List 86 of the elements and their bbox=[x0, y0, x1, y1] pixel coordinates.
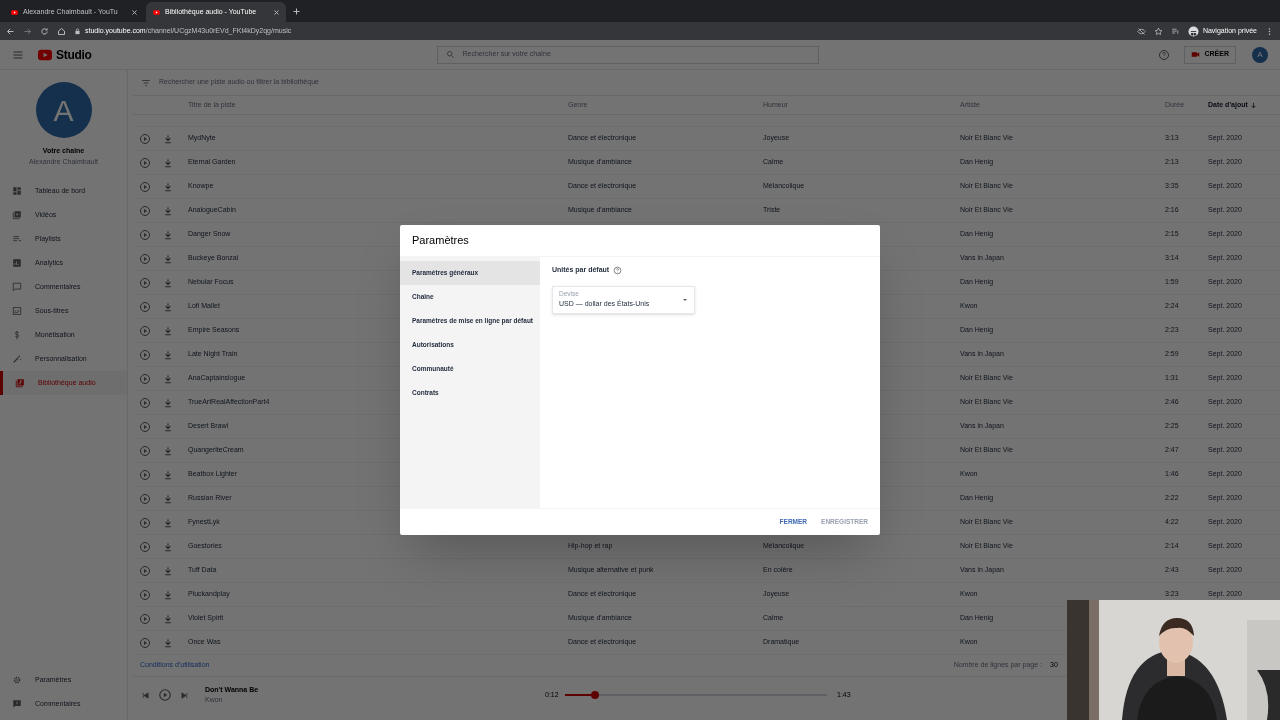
home-icon bbox=[57, 26, 66, 36]
dialog-title: Paramètres bbox=[412, 233, 469, 249]
arrow-down-icon bbox=[1249, 101, 1257, 109]
download-icon bbox=[163, 277, 173, 288]
eye-slash-icon bbox=[1136, 26, 1146, 36]
play-circle-icon bbox=[139, 348, 151, 361]
help-icon bbox=[613, 265, 623, 275]
menu-icon bbox=[12, 48, 24, 61]
dollar-icon bbox=[12, 330, 22, 340]
lock-icon bbox=[74, 27, 81, 35]
logo-text: Studio bbox=[56, 46, 92, 64]
download-icon bbox=[163, 469, 173, 480]
play-circle-icon bbox=[139, 516, 151, 529]
video-icon bbox=[12, 210, 22, 220]
play-circle-icon bbox=[139, 540, 151, 553]
download-icon bbox=[163, 229, 173, 240]
play-circle-icon bbox=[139, 156, 151, 169]
download-icon bbox=[163, 157, 173, 168]
subtitles-icon bbox=[12, 306, 22, 316]
play-circle-icon bbox=[139, 372, 151, 385]
play-logo-icon bbox=[36, 47, 54, 62]
download-icon bbox=[163, 589, 173, 600]
chart-icon bbox=[12, 258, 22, 268]
skip-forward-icon bbox=[180, 690, 189, 700]
reload-icon bbox=[40, 26, 49, 36]
close-icon bbox=[131, 8, 138, 16]
download-icon bbox=[163, 397, 173, 408]
play-circle-icon bbox=[139, 612, 151, 625]
help-icon bbox=[1158, 48, 1171, 61]
star-icon bbox=[1153, 26, 1163, 36]
video-icon bbox=[10, 8, 19, 16]
incognito-icon bbox=[1187, 25, 1199, 37]
play-circle-icon bbox=[139, 324, 151, 337]
download-icon bbox=[163, 613, 173, 624]
video-camera-icon bbox=[1191, 50, 1201, 59]
play-circle-icon bbox=[158, 688, 172, 702]
play-circle-icon bbox=[139, 276, 151, 289]
download-icon bbox=[163, 349, 173, 360]
download-icon bbox=[163, 421, 173, 432]
download-icon bbox=[163, 181, 173, 192]
play-circle-icon bbox=[139, 492, 151, 505]
download-icon bbox=[163, 325, 173, 336]
play-circle-icon bbox=[139, 204, 151, 217]
plus-icon bbox=[292, 7, 301, 16]
play-circle-icon bbox=[139, 132, 151, 145]
back-icon bbox=[6, 26, 15, 36]
download-icon bbox=[163, 373, 173, 384]
dashboard-icon bbox=[12, 186, 22, 196]
download-icon bbox=[163, 205, 173, 216]
account-avatar[interactable]: A bbox=[1252, 46, 1268, 63]
playlist-icon bbox=[12, 234, 22, 244]
download-icon bbox=[163, 517, 173, 528]
play-circle-icon bbox=[139, 300, 151, 313]
download-icon bbox=[163, 253, 173, 264]
channel-avatar[interactable]: A bbox=[35, 82, 92, 138]
progress-handle[interactable] bbox=[591, 691, 600, 699]
music-library-icon bbox=[15, 378, 25, 388]
dropdown-caret-icon bbox=[682, 296, 688, 303]
download-icon bbox=[163, 301, 173, 312]
playlist-icon bbox=[1170, 26, 1180, 36]
play-circle-icon bbox=[139, 420, 151, 433]
play-circle-icon bbox=[139, 252, 151, 265]
play-circle-icon bbox=[139, 468, 151, 481]
download-icon bbox=[163, 445, 173, 456]
filter-icon bbox=[141, 77, 151, 88]
comment-icon bbox=[12, 282, 22, 292]
download-icon bbox=[163, 133, 173, 144]
download-icon bbox=[163, 637, 173, 648]
play-circle-icon bbox=[139, 396, 151, 409]
download-icon bbox=[163, 541, 173, 552]
feedback-icon bbox=[12, 699, 22, 709]
magic-wand-icon bbox=[12, 354, 22, 364]
play-circle-icon bbox=[139, 228, 151, 241]
forward-icon bbox=[23, 26, 32, 36]
search-icon bbox=[445, 50, 455, 59]
download-icon bbox=[163, 493, 173, 504]
close-icon bbox=[273, 8, 280, 16]
video-icon bbox=[152, 8, 161, 16]
play-circle-icon bbox=[139, 180, 151, 193]
play-circle-icon bbox=[139, 588, 151, 601]
play-circle-icon bbox=[139, 444, 151, 457]
settings-icon bbox=[12, 675, 22, 685]
download-icon bbox=[163, 565, 173, 576]
play-circle-icon bbox=[139, 564, 151, 577]
play-circle-icon bbox=[139, 636, 151, 649]
skip-back-icon bbox=[141, 690, 150, 700]
